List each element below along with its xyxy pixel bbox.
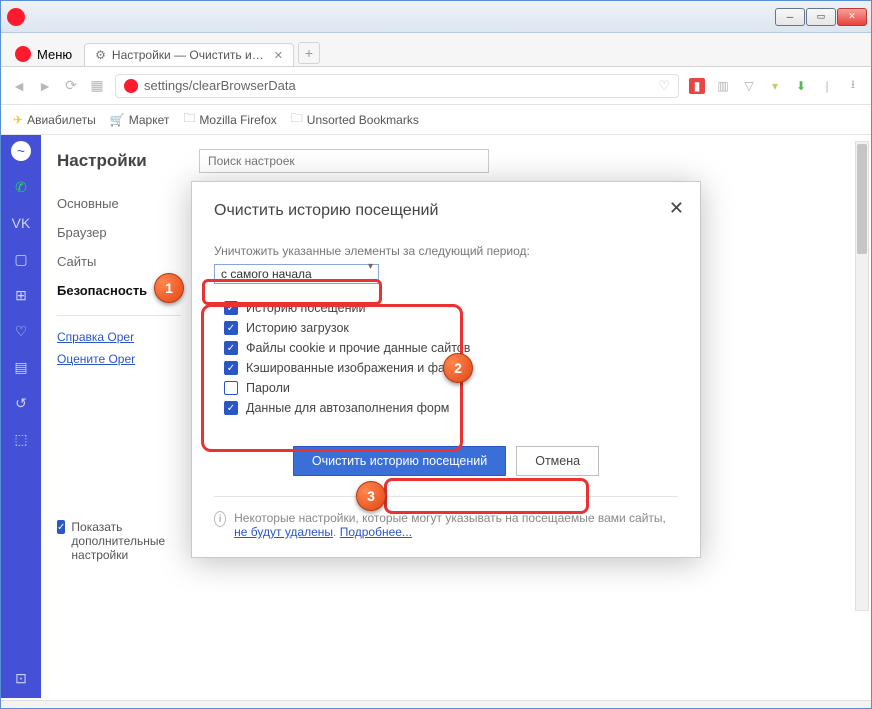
window-titlebar: ─ ▭ ✕ [1,1,871,33]
whatsapp-icon[interactable]: ✆ [11,177,31,197]
help-link[interactable]: Справка Oper [57,326,181,348]
vk-icon[interactable]: VK [11,213,31,233]
maximize-button[interactable]: ▭ [806,8,836,26]
rate-link[interactable]: Оцените Oper [57,348,181,370]
cancel-button[interactable]: Отмена [516,446,599,476]
address-input[interactable]: settings/clearBrowserData ♡ [115,74,679,98]
sidebar-item-basic[interactable]: Основные [57,189,181,218]
side-panel: ~ ✆ VK ▢ ⊞ ♡ ▤ ↺ ⬚ ⊡ [1,135,41,698]
bookmark-folder[interactable]: 🗀Unsorted Bookmarks [291,109,419,130]
gear-icon: ⚙ [95,48,106,62]
bookmark-item[interactable]: 🛒Маркет [110,113,170,127]
minimize-button[interactable]: ─ [775,8,805,26]
extensions-icon[interactable]: ⬚ [11,429,31,449]
plane-icon: ✈ [13,113,23,127]
info-icon: i [214,511,226,527]
menu-button[interactable]: Меню [7,42,80,66]
close-dialog-button[interactable]: ✕ [669,198,684,219]
news-icon[interactable]: ▤ [11,357,31,377]
folder-icon: 🗀 [291,109,303,130]
address-bar: ◄ ► ⟳ ▦ settings/clearBrowserData ♡ ▮ ▥ … [1,67,871,105]
tab-strip: Меню ⚙ Настройки — Очистить и… ✕ + [1,33,871,67]
status-bar [1,700,871,708]
opera-icon [124,79,138,93]
download-manager-icon[interactable]: ⭳ [845,78,861,94]
snapshot-icon[interactable]: ▢ [11,249,31,269]
tab-title: Настройки — Очистить и… [112,48,264,62]
opera-icon [15,46,31,62]
annotation-badge-1: 1 [154,273,184,303]
dialog-title: Очистить историю посещений [214,202,678,220]
annotation-badge-3: 3 [356,481,386,511]
close-tab-icon[interactable]: ✕ [274,49,283,62]
not-deleted-link[interactable]: не будут удалены [234,525,333,539]
settings-sidebar: Настройки Основные Браузер Сайты Безопас… [41,135,181,698]
bookmarks-bar: ✈Авиабилеты 🛒Маркет 🗀Mozilla Firefox 🗀Un… [1,105,871,135]
back-icon[interactable]: ◄ [11,78,27,94]
cart-icon: 🛒 [110,113,125,127]
reload-icon[interactable]: ⟳ [63,77,79,94]
bookmark-item[interactable]: ✈Авиабилеты [13,113,96,127]
settings-search-input[interactable] [199,149,489,173]
opera-logo-icon [7,8,25,26]
checkbox-checked-icon: ✓ [57,520,65,534]
forward-icon[interactable]: ► [37,78,53,94]
bookmarks-icon[interactable]: ♡ [11,321,31,341]
close-window-button[interactable]: ✕ [837,8,867,26]
messenger-icon[interactable]: ~ [11,141,31,161]
settings-sidepanel-icon[interactable]: ⊡ [11,668,31,688]
history-icon[interactable]: ↺ [11,393,31,413]
sidebar-item-sites[interactable]: Сайты [57,247,181,276]
speed-dial-icon[interactable]: ⊞ [11,285,31,305]
page-title: Настройки [57,151,181,171]
speed-dial-icon[interactable]: ▦ [89,77,105,94]
shield-icon[interactable]: ▽ [741,78,757,94]
annotation-badge-2: 2 [443,353,473,383]
folder-icon: 🗀 [183,109,195,130]
new-tab-button[interactable]: + [298,42,320,64]
sidebar-item-browser[interactable]: Браузер [57,218,181,247]
download-icon[interactable]: ⬇ [793,78,809,94]
bookmark-heart-icon[interactable]: ♡ [658,78,670,94]
show-advanced-checkbox[interactable]: ✓ Показать дополнительные настройки [57,520,181,562]
scrollbar[interactable] [855,141,869,611]
dialog-description: Уничтожить указанные элементы за следующ… [214,244,678,258]
address-url: settings/clearBrowserData [144,78,296,93]
extension-icon[interactable]: ▮ [689,78,705,94]
learn-more-link[interactable]: Подробнее... [340,525,412,539]
tab-settings[interactable]: ⚙ Настройки — Очистить и… ✕ [84,43,294,66]
bookmark-folder[interactable]: 🗀Mozilla Firefox [183,109,276,130]
divider: | [819,78,835,94]
divider [57,315,181,316]
extension-icon[interactable]: ▥ [715,78,731,94]
scroll-thumb[interactable] [857,144,867,254]
extension-icon[interactable]: ▾ [767,78,783,94]
menu-label: Меню [37,47,72,62]
